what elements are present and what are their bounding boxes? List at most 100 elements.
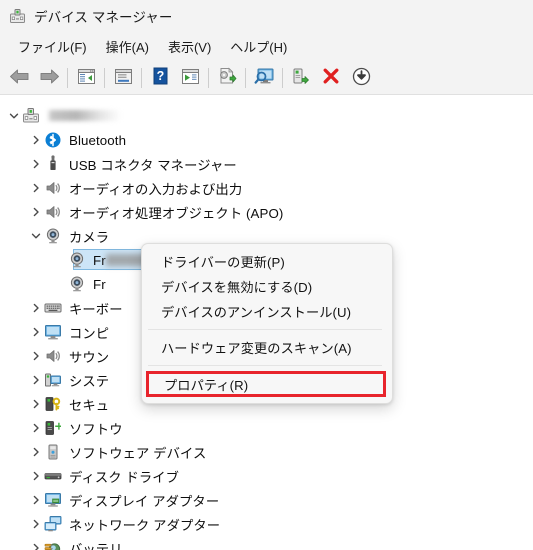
tree-item-label: システ bbox=[69, 373, 110, 389]
tree-item-label: オーディオの入力および出力 bbox=[69, 181, 243, 197]
tree-item-label: ソフトウ bbox=[69, 421, 123, 437]
play-panel-icon bbox=[181, 68, 200, 88]
chevron-right-icon[interactable] bbox=[28, 372, 44, 388]
device-manager-window: デバイス マネージャー ファイル(F) 操作(A) 表示(V) ヘルプ(H) ?… bbox=[0, 0, 533, 550]
toolbar: ? bbox=[0, 60, 533, 95]
disk-drive-icon bbox=[44, 467, 62, 485]
tree-item-audio-io[interactable]: オーディオの入力および出力 bbox=[0, 176, 533, 200]
ctx-properties[interactable]: プロパティ(R) bbox=[146, 371, 386, 397]
toolbar-uninstall-device[interactable] bbox=[316, 64, 346, 92]
software-device-icon bbox=[44, 443, 62, 461]
tree-item-audio-processing-objects[interactable]: オーディオ処理オブジェクト (APO) bbox=[0, 200, 533, 224]
toolbar-separator-1 bbox=[67, 67, 68, 88]
tree-item-bluetooth[interactable]: Bluetooth bbox=[0, 128, 533, 152]
chevron-right-icon[interactable] bbox=[28, 420, 44, 436]
scan-hardware-icon bbox=[254, 67, 275, 88]
chevron-right-icon[interactable] bbox=[28, 540, 44, 550]
ctx-uninstall-device[interactable]: デバイスのアンインストール(U) bbox=[142, 299, 392, 324]
speaker-icon bbox=[44, 347, 62, 365]
system-device-icon bbox=[44, 371, 62, 389]
update-driver-icon bbox=[217, 67, 237, 88]
chevron-right-icon[interactable] bbox=[28, 300, 44, 316]
tree-root-label bbox=[47, 109, 121, 124]
tree-item-display-adapters[interactable]: ディスプレイ アダプター bbox=[0, 488, 533, 512]
chevron-right-icon[interactable] bbox=[28, 516, 44, 532]
tree-item-label: オーディオ処理オブジェクト (APO) bbox=[69, 205, 284, 221]
battery-icon bbox=[44, 539, 62, 550]
toolbar-update-driver[interactable] bbox=[212, 64, 242, 92]
menu-help[interactable]: ヘルプ(H) bbox=[222, 34, 298, 59]
display-adapter-icon bbox=[44, 491, 62, 509]
menu-view[interactable]: 表示(V) bbox=[160, 34, 222, 59]
computer-icon bbox=[22, 107, 40, 125]
tree-item-network-adapters[interactable]: ネットワーク アダプター bbox=[0, 512, 533, 536]
tree-item-usb-connector-manager[interactable]: USB コネクタ マネージャー bbox=[0, 152, 533, 176]
toolbar-properties[interactable] bbox=[108, 64, 138, 92]
svg-text:?: ? bbox=[156, 69, 164, 83]
tree-item-label: ソフトウェア デバイス bbox=[69, 445, 207, 461]
tree-item-label: ネットワーク アダプター bbox=[69, 517, 221, 533]
tree-item-label: キーボー bbox=[69, 301, 123, 317]
forward-arrow-icon bbox=[39, 68, 60, 88]
tree-item-label: Fr bbox=[93, 276, 106, 292]
chevron-down-icon[interactable] bbox=[28, 228, 44, 244]
toolbar-separator-3 bbox=[141, 67, 142, 88]
security-device-icon bbox=[44, 395, 62, 413]
chevron-right-icon[interactable] bbox=[28, 132, 44, 148]
toolbar-enable-device[interactable] bbox=[286, 64, 316, 92]
chevron-right-icon[interactable] bbox=[28, 156, 44, 172]
help-icon: ? bbox=[152, 67, 169, 88]
camera-icon bbox=[68, 251, 86, 269]
device-manager-icon bbox=[9, 8, 26, 25]
context-menu-separator-1 bbox=[148, 329, 382, 330]
toolbar-scan-hardware[interactable] bbox=[249, 64, 279, 92]
speaker-icon bbox=[44, 203, 62, 221]
context-menu-separator-2 bbox=[148, 365, 382, 366]
toolbar-back[interactable] bbox=[4, 64, 34, 92]
toolbar-divider bbox=[0, 94, 533, 95]
tree-item-software-devices[interactable]: ソフトウェア デバイス bbox=[0, 440, 533, 464]
network-adapter-icon bbox=[44, 515, 62, 533]
context-menu: ドライバーの更新(P) デバイスを無効にする(D) デバイスのアンインストール(… bbox=[141, 243, 393, 404]
tree-item-disk-drives[interactable]: ディスク ドライブ bbox=[0, 464, 533, 488]
properties-icon bbox=[114, 68, 133, 88]
usb-icon bbox=[44, 155, 62, 173]
toolbar-download[interactable] bbox=[346, 64, 376, 92]
ctx-disable-device[interactable]: デバイスを無効にする(D) bbox=[142, 274, 392, 299]
ctx-update-driver[interactable]: ドライバーの更新(P) bbox=[142, 249, 392, 274]
uninstall-device-icon bbox=[322, 67, 340, 88]
tree-item-battery[interactable]: バッテリ bbox=[0, 536, 533, 550]
chevron-right-icon[interactable] bbox=[28, 348, 44, 364]
toolbar-show-panel[interactable] bbox=[71, 64, 101, 92]
chevron-right-icon[interactable] bbox=[28, 444, 44, 460]
chevron-right-icon[interactable] bbox=[28, 492, 44, 508]
toolbar-separator-5 bbox=[245, 67, 246, 88]
chevron-right-icon[interactable] bbox=[28, 468, 44, 484]
toolbar-separator-2 bbox=[104, 67, 105, 88]
ctx-scan-hardware[interactable]: ハードウェア変更のスキャン(A) bbox=[142, 335, 392, 360]
camera-icon bbox=[68, 275, 86, 293]
toolbar-help[interactable]: ? bbox=[145, 64, 175, 92]
chevron-right-icon[interactable] bbox=[28, 396, 44, 412]
software-component-icon bbox=[44, 419, 62, 437]
redacted-computer-name bbox=[47, 110, 121, 122]
download-icon bbox=[352, 67, 371, 89]
toolbar-forward[interactable] bbox=[34, 64, 64, 92]
back-arrow-icon bbox=[9, 68, 30, 88]
chevron-down-icon[interactable] bbox=[6, 108, 22, 124]
tree-item-label: バッテリ bbox=[69, 541, 123, 550]
toolbar-play-panel[interactable] bbox=[175, 64, 205, 92]
chevron-right-icon[interactable] bbox=[28, 324, 44, 340]
chevron-right-icon[interactable] bbox=[28, 204, 44, 220]
chevron-right-icon[interactable] bbox=[28, 180, 44, 196]
menu-action[interactable]: 操作(A) bbox=[98, 34, 160, 59]
tree-item-software-components[interactable]: ソフトウ bbox=[0, 416, 533, 440]
window-title: デバイス マネージャー bbox=[34, 10, 173, 25]
tree-item-label: ディスプレイ アダプター bbox=[69, 493, 220, 509]
tree-item-label: セキュ bbox=[69, 397, 110, 413]
toolbar-separator-4 bbox=[208, 67, 209, 88]
menu-file[interactable]: ファイル(F) bbox=[10, 34, 98, 59]
tree-item-label: Bluetooth bbox=[69, 132, 127, 148]
camera-icon bbox=[44, 227, 62, 245]
tree-root-node[interactable] bbox=[0, 104, 533, 128]
